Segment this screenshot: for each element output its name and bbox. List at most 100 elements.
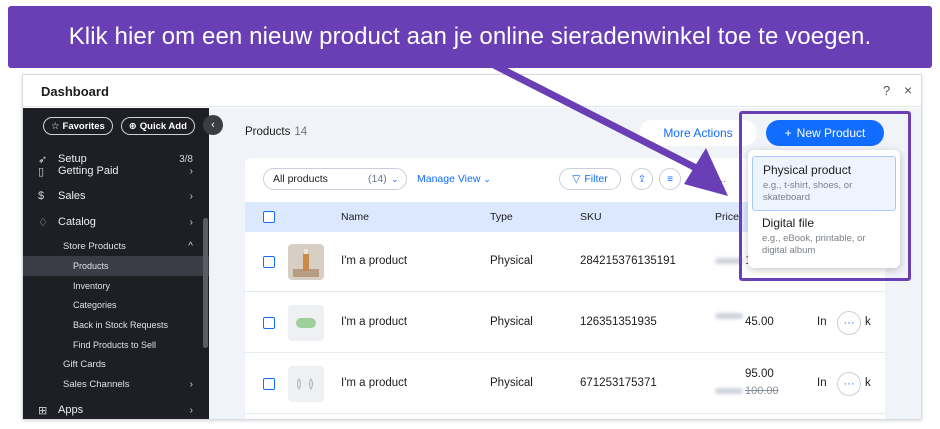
sidebar-item-inventory[interactable]: Inventory xyxy=(23,278,209,294)
chevron-right-icon: › xyxy=(189,404,193,416)
favorites-button[interactable]: ☆ Favorites xyxy=(43,117,113,135)
column-header-type[interactable]: Type xyxy=(490,211,513,223)
chevron-right-icon: › xyxy=(189,190,193,202)
instruction-banner: Klik hier om een nieuw product aan je on… xyxy=(8,6,932,68)
row-checkbox[interactable] xyxy=(263,378,275,390)
table-row[interactable]: I'm a product Physical 671253175371 95.0… xyxy=(245,354,885,414)
inventory-status: In xyxy=(817,377,827,389)
column-header-name[interactable]: Name xyxy=(341,211,369,223)
product-thumbnail xyxy=(288,305,324,341)
sidebar-item-label: Find Products to Sell xyxy=(73,340,157,350)
chevron-right-icon: › xyxy=(189,165,193,177)
chevron-right-icon: › xyxy=(189,378,193,390)
sidebar-scrollbar[interactable] xyxy=(203,218,208,348)
sidebar-item-label: Gift Cards xyxy=(63,358,106,370)
product-name: I'm a product xyxy=(341,255,408,267)
product-type: Physical xyxy=(490,255,533,267)
sidebar-item-label: Catalog xyxy=(58,216,96,228)
price-blurred xyxy=(715,258,743,264)
page-title-text: Products xyxy=(245,126,291,138)
sidebar-item-label: Store Products xyxy=(63,240,126,252)
sidebar-item-apps[interactable]: ⊞ Apps › xyxy=(23,402,209,418)
sidebar-item-getting-paid[interactable]: ▯ Getting Paid › xyxy=(23,164,209,178)
favorites-label: Favorites xyxy=(62,120,105,132)
more-actions-button[interactable]: More Actions xyxy=(639,120,757,146)
menu-item-description: e.g., eBook, printable, or digital album xyxy=(762,233,866,256)
upload-icon: ⇪ xyxy=(637,173,647,185)
bottle-image xyxy=(293,249,319,277)
plus-circle-icon: ⊕ xyxy=(128,120,137,132)
catalog-icon: ♢ xyxy=(38,216,48,229)
sidebar-item-sales[interactable]: $ Sales › xyxy=(23,188,209,204)
chevron-up-icon: ^ xyxy=(188,240,193,252)
menu-item-description: e.g., t-shirt, shoes, or skateboard xyxy=(763,180,853,203)
quick-add-label: Quick Add xyxy=(139,120,187,132)
product-price: 45.00 xyxy=(745,316,774,328)
filter-icon: ▽ xyxy=(572,173,581,185)
sidebar-item-label: Back in Stock Requests xyxy=(73,320,169,330)
sidebar-item-gift-cards[interactable]: Gift Cards xyxy=(23,356,209,372)
help-icon[interactable]: ? xyxy=(883,83,890,98)
product-sku: 126351351935 xyxy=(580,316,657,328)
product-thumbnail xyxy=(288,244,324,280)
page-title: Products 14 xyxy=(245,126,307,138)
dollar-icon: $ xyxy=(38,190,45,202)
close-icon[interactable]: × xyxy=(904,82,912,98)
search-input[interactable]: arch... xyxy=(697,173,726,185)
sidebar-item-catalog[interactable]: ♢ Catalog › xyxy=(23,214,209,230)
quick-add-button[interactable]: ⊕ Quick Add xyxy=(120,117,195,135)
inventory-status-end: k xyxy=(865,377,871,389)
product-count: 14 xyxy=(294,126,308,138)
menu-item-digital-file[interactable]: Digital file e.g., eBook, printable, or … xyxy=(752,210,896,263)
chevron-down-icon: ⌄ xyxy=(483,174,491,184)
plus-icon: + xyxy=(784,126,792,140)
sidebar-item-label: Apps xyxy=(58,404,84,416)
sidebar-item-label: Getting Paid xyxy=(58,165,119,177)
new-product-label: New Product xyxy=(796,126,866,140)
view-select[interactable]: All products (14) ⌄ xyxy=(263,168,407,190)
product-name: I'm a product xyxy=(341,316,408,328)
sidebar: ☆ Favorites ⊕ Quick Add ➶ Setup 3/8 ▯ Ge… xyxy=(23,108,209,419)
window-header: Dashboard ? × xyxy=(23,75,921,107)
price-blurred xyxy=(715,313,743,319)
new-product-dropdown: Physical product e.g., t-shirt, shoes, o… xyxy=(748,150,900,268)
earrings-image xyxy=(296,377,314,391)
setup-progress: 3/8 xyxy=(179,153,193,165)
sidebar-item-find-products[interactable]: Find Products to Sell xyxy=(23,337,209,353)
price-blurred xyxy=(715,388,743,394)
select-all-checkbox[interactable] xyxy=(263,211,275,223)
filter-button[interactable]: ▽ Filter xyxy=(559,168,621,190)
chevron-down-icon: ⌄ xyxy=(391,173,399,184)
sidebar-item-back-in-stock[interactable]: Back in Stock Requests xyxy=(23,317,209,333)
row-more-actions-button[interactable]: ··· xyxy=(837,372,861,396)
sidebar-item-label: Sales xyxy=(58,190,86,202)
product-name: I'm a product xyxy=(341,377,408,389)
column-header-price[interactable]: Price xyxy=(715,211,739,223)
sidebar-item-label: Products xyxy=(73,261,109,271)
manage-view-link[interactable]: Manage View ⌄ xyxy=(417,173,491,185)
row-more-actions-button[interactable]: ··· xyxy=(837,311,861,335)
apps-icon: ⊞ xyxy=(38,404,48,417)
column-header-sku[interactable]: SKU xyxy=(580,211,602,223)
menu-item-title: Physical product xyxy=(763,163,852,177)
product-type: Physical xyxy=(490,377,533,389)
sidebar-item-store-products[interactable]: Store Products ^ xyxy=(23,238,209,254)
columns-button[interactable]: ≡ xyxy=(659,168,681,190)
table-row[interactable]: I'm a product Physical 126351351935 45.0… xyxy=(245,293,885,353)
sidebar-item-categories[interactable]: Categories xyxy=(23,297,209,313)
menu-item-physical-product[interactable]: Physical product e.g., t-shirt, shoes, o… xyxy=(752,156,896,211)
window-title: Dashboard xyxy=(41,84,109,99)
chevron-right-icon: › xyxy=(189,216,193,228)
sidebar-item-products[interactable]: Products xyxy=(23,256,209,276)
product-sku: 284215376135191 xyxy=(580,255,676,267)
collapse-sidebar-button[interactable]: ‹ xyxy=(203,115,223,135)
manage-view-label: Manage View xyxy=(417,173,481,185)
export-button[interactable]: ⇪ xyxy=(631,168,653,190)
new-product-button[interactable]: + New Product xyxy=(766,120,884,146)
view-select-count: (14) xyxy=(368,173,387,185)
row-checkbox[interactable] xyxy=(263,317,275,329)
sidebar-item-label: Categories xyxy=(73,300,117,310)
product-sku: 671253175371 xyxy=(580,377,657,389)
row-checkbox[interactable] xyxy=(263,256,275,268)
sidebar-item-sales-channels[interactable]: Sales Channels › xyxy=(23,376,209,392)
